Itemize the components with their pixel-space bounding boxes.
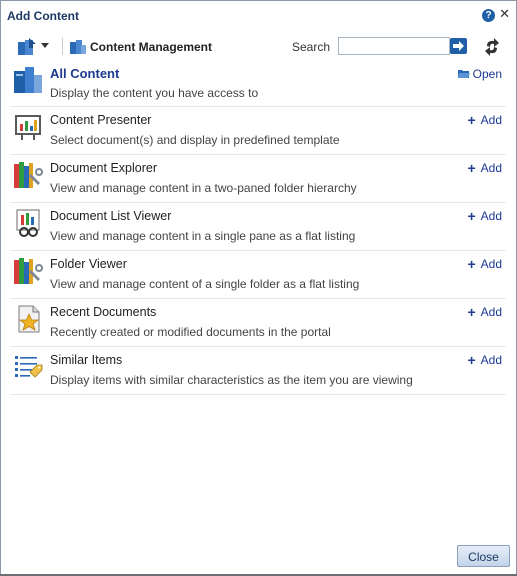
refresh-icon[interactable] [483, 37, 501, 57]
list-tag-icon [15, 356, 43, 378]
add-button[interactable]: + Add [466, 113, 502, 127]
content-library-icon [14, 67, 42, 93]
plus-icon: + [467, 304, 476, 320]
list-item-document-explorer[interactable]: Document Explorer View and manage conten… [10, 155, 506, 203]
search-input[interactable] [338, 37, 450, 55]
add-button[interactable]: + Add [466, 257, 502, 271]
item-description: View and manage content of a single fold… [50, 277, 360, 291]
content-catalog-home-icon[interactable] [16, 37, 38, 57]
item-description: Select document(s) and display in predef… [50, 133, 340, 147]
item-title[interactable]: Similar Items [50, 353, 122, 367]
close-icon[interactable]: ✕ [499, 7, 510, 21]
list-item-content-presenter[interactable]: Content Presenter Select document(s) and… [10, 107, 506, 155]
dialog-titlebar: Add Content ? ✕ [1, 1, 516, 31]
add-button[interactable]: + Add [466, 161, 502, 175]
item-description: View and manage content in a single pane… [50, 229, 356, 243]
list-item-similar-items[interactable]: Similar Items Display items with similar… [10, 347, 506, 395]
document-star-icon [18, 305, 40, 333]
list-item-document-list-viewer[interactable]: Document List Viewer View and manage con… [10, 203, 506, 251]
item-title[interactable]: Folder Viewer [50, 257, 127, 271]
list-item-recent-documents[interactable]: Recent Documents Recently created or mod… [10, 299, 506, 347]
document-glasses-icon [16, 209, 40, 237]
item-description: Display items with similar characteristi… [50, 373, 413, 387]
breadcrumb-content-management[interactable]: Content Management [90, 40, 212, 54]
plus-icon: + [467, 160, 476, 176]
plus-icon: + [467, 208, 476, 224]
item-description: Recently created or modified documents i… [50, 325, 331, 339]
books-wrench-icon [14, 258, 43, 284]
item-description: View and manage content in a two-paned f… [50, 181, 357, 195]
item-title[interactable]: Recent Documents [50, 305, 156, 319]
add-label: Add [480, 305, 502, 319]
toolbar-divider [62, 38, 63, 55]
open-button[interactable]: Open [457, 67, 502, 81]
folder-open-icon [457, 70, 470, 78]
plus-icon: + [467, 352, 476, 368]
item-title[interactable]: Document Explorer [50, 161, 157, 175]
add-label: Add [480, 209, 502, 223]
plus-icon: + [467, 112, 476, 128]
books-wrench-icon [14, 162, 43, 188]
add-label: Add [480, 353, 502, 367]
item-title[interactable]: All Content [50, 66, 119, 81]
add-label: Add [480, 161, 502, 175]
content-management-icon [70, 40, 86, 54]
item-title[interactable]: Document List Viewer [50, 209, 171, 223]
content-type-list: All Content Display the content you have… [10, 63, 506, 395]
add-button[interactable]: + Add [466, 209, 502, 223]
add-label: Add [480, 113, 502, 127]
add-button[interactable]: + Add [466, 353, 502, 367]
close-button[interactable]: Close [457, 545, 510, 567]
search-label: Search [292, 40, 331, 54]
plus-icon: + [467, 256, 476, 272]
dialog-toolbar: Content Management Search [1, 35, 516, 59]
chevron-down-icon[interactable] [41, 43, 49, 48]
add-button[interactable]: + Add [466, 305, 502, 319]
add-label: Add [480, 257, 502, 271]
item-description: Display the content you have access to [50, 86, 259, 100]
arrow-right-icon [453, 41, 464, 51]
open-label: Open [472, 67, 502, 81]
list-item-all-content[interactable]: All Content Display the content you have… [10, 63, 506, 107]
help-icon[interactable]: ? [482, 9, 495, 22]
item-title[interactable]: Content Presenter [50, 113, 151, 127]
list-item-folder-viewer[interactable]: Folder Viewer View and manage content of… [10, 251, 506, 299]
search-go-button[interactable] [450, 38, 467, 54]
add-content-dialog: Add Content ? ✕ Content Management Searc… [0, 0, 517, 576]
dialog-title: Add Content [7, 9, 79, 23]
presentation-board-icon [15, 115, 41, 140]
